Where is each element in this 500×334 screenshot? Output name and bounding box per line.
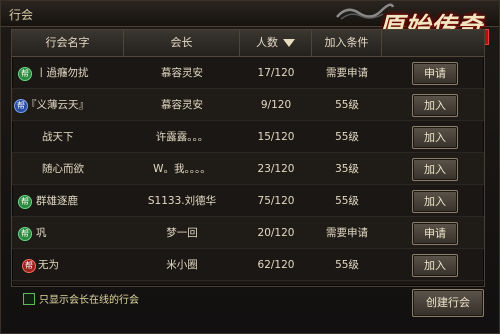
header-join-condition[interactable]: 加入条件 [312,30,382,56]
guild-leader: W。我。。。。 [153,163,211,175]
create-guild-button[interactable]: 创建行会 [412,289,484,317]
guild-name: 无为 [38,259,59,271]
guild-emblem-icon: 帮 [18,195,32,209]
join-button[interactable]: 加入 [412,158,458,181]
guild-list-panel: 行会名字 会长 人数 加入条件 帮丨過癮勿扰 慕容灵安 17/120 需要申请 申请帮『… [11,29,485,287]
action-cell: 加入 [382,185,484,217]
table-row[interactable]: 帮『义薄云天』 慕容灵安 9/120 55级 加入 [12,89,484,121]
action-cell: 申请 [382,217,484,249]
header-member-count-label: 人数 [256,36,278,49]
table-row[interactable]: 帮丨過癮勿扰 慕容灵安 17/120 需要申请 申请 [12,57,484,89]
member-count: 75/120 [257,195,295,207]
guild-leader: S1133.刘德华 [147,195,217,207]
table-row[interactable]: 随心而欲 W。我。。。。 23/120 35级 加入 [12,153,484,185]
guild-leader: 慕容灵安 [161,67,203,79]
join-condition: 35级 [335,163,359,175]
guild-name-cell: 帮群雄逐鹿 [12,185,124,217]
member-count: 20/120 [257,227,295,239]
header-guild-name[interactable]: 行会名字 [12,30,124,56]
member-count: 9/120 [260,99,292,111]
table-row[interactable]: 战天下 许露露。。。 15/120 55级 加入 [12,121,484,153]
join-condition: 55级 [335,259,359,271]
table-header: 行会名字 会长 人数 加入条件 [12,30,484,57]
guild-leader: 慕容灵安 [161,99,203,111]
apply-button[interactable]: 申请 [412,222,458,245]
member-count: 62/120 [257,259,295,271]
action-cell: 申请 [382,57,484,89]
guild-name-cell: 帮无为 [12,249,124,281]
header-member-count[interactable]: 人数 [240,30,312,56]
guild-emblem-icon: 帮 [18,67,32,81]
action-cell: 加入 [382,89,484,121]
guild-name: 战天下 [42,131,74,143]
guild-leader: 许露露。。。 [155,131,209,143]
guild-name-cell: 帮丨過癮勿扰 [12,57,124,89]
action-cell: 加入 [382,153,484,185]
join-condition: 55级 [335,99,359,111]
guild-name: 巩 [36,227,47,239]
join-button[interactable]: 加入 [412,126,458,149]
header-leader[interactable]: 会长 [124,30,240,56]
guild-name-cell: 随心而欲 [12,153,124,185]
join-condition: 需要申请 [326,67,368,79]
join-condition: 55级 [335,131,359,143]
member-count: 15/120 [257,131,295,143]
header-action [382,30,484,56]
online-leader-checkbox-label[interactable]: 只显示会长在线的行会 [39,291,139,306]
join-button[interactable]: 加入 [412,94,458,117]
guild-name: 随心而欲 [42,163,84,175]
guild-name-cell: 帮『义薄云天』 [12,89,124,121]
join-condition: 55级 [335,195,359,207]
join-button[interactable]: 加入 [412,190,458,213]
guild-name-cell: 战天下 [12,121,124,153]
guild-name: 丨過癮勿扰 [36,67,89,79]
member-count: 23/120 [257,163,295,175]
table-row[interactable]: 帮群雄逐鹿 S1133.刘德华 75/120 55级 加入 [12,185,484,217]
table-row[interactable]: 帮无为 米小圈 62/120 55级 加入 [12,249,484,281]
table-row[interactable]: 帮巩 梦一回 20/120 需要申请 申请 [12,217,484,249]
window-title: 行会 [9,8,34,22]
guild-name-cell: 帮巩 [12,217,124,249]
action-cell: 加入 [382,249,484,281]
guild-emblem-icon: 帮 [22,259,36,273]
guild-emblem-icon: 帮 [18,227,32,241]
sort-desc-icon [283,39,295,47]
guild-leader: 米小圈 [166,259,198,271]
online-leader-checkbox[interactable] [23,293,35,305]
join-condition: 需要申请 [326,227,368,239]
guild-name: 『义薄云天』 [26,99,89,111]
member-count: 17/120 [257,67,295,79]
action-cell: 加入 [382,121,484,153]
guild-name: 群雄逐鹿 [36,195,78,207]
apply-button[interactable]: 申请 [412,62,458,85]
guild-leader: 梦一回 [166,227,198,239]
guild-window: 行会 原始传奇 行会名字 会长 人数 加入条件 帮丨過癮勿扰 慕容灵安 17/120… [0,0,500,334]
join-button[interactable]: 加入 [412,254,458,277]
